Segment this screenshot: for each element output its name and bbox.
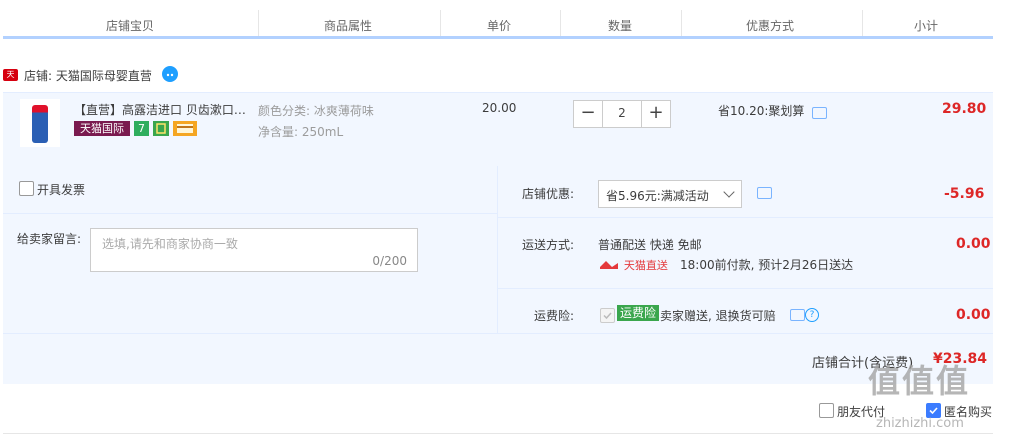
divider bbox=[681, 10, 682, 36]
col-discount: 优惠方式 bbox=[746, 19, 795, 33]
unit-price: 20.00 bbox=[482, 101, 517, 115]
item-subtotal: 29.80 bbox=[942, 101, 987, 117]
watermark-logo: 值值值 bbox=[868, 362, 971, 400]
product-thumbnail[interactable] bbox=[20, 99, 60, 147]
item-discount: 省10.20:聚划算 bbox=[718, 104, 805, 118]
col-quantity: 数量 bbox=[608, 19, 633, 33]
divider bbox=[3, 333, 993, 334]
shipping-label: 运送方式: bbox=[522, 238, 575, 252]
shipping-amount: 0.00 bbox=[956, 236, 991, 252]
insurance-label: 运费险: bbox=[534, 309, 575, 323]
tmall-direct-badge: 天猫直送 bbox=[598, 257, 668, 272]
delivery-estimate: 18:00前付款, 预计2月26日送达 bbox=[680, 258, 854, 272]
tmall-direct-label: 天猫直送 bbox=[623, 259, 668, 272]
guarantee-icon bbox=[153, 121, 169, 136]
col-shop-item: 店铺宝贝 bbox=[106, 19, 155, 33]
divider bbox=[560, 10, 561, 36]
divider bbox=[497, 166, 498, 333]
message-placeholder: 选填,请先和商家协商一致 bbox=[102, 237, 238, 251]
insurance-amount: 0.00 bbox=[956, 307, 991, 323]
decrease-quantity-button[interactable]: − bbox=[574, 101, 602, 127]
insurance-badge: 运费险 bbox=[617, 305, 660, 321]
product-title[interactable]: 【直营】高露洁进口 贝齿漱口… bbox=[74, 101, 246, 118]
chevron-down-icon bbox=[723, 186, 735, 198]
divider bbox=[440, 10, 441, 36]
credit-card-icon bbox=[173, 121, 197, 136]
char-counter: 0/200 bbox=[372, 254, 407, 268]
shipping-method: 普通配送 快递 免邮 bbox=[598, 238, 702, 252]
comment-icon[interactable] bbox=[757, 187, 772, 199]
seller-message-field[interactable]: 选填,请先和商家协商一致 0/200 bbox=[90, 228, 418, 272]
invoice-checkbox[interactable] bbox=[19, 181, 34, 196]
shop-name[interactable]: 店铺: 天猫国际母婴直营 bbox=[24, 67, 152, 84]
shop-discount-label: 店铺优惠: bbox=[522, 187, 575, 201]
divider bbox=[862, 10, 863, 36]
chat-seller-icon[interactable] bbox=[162, 66, 178, 82]
divider bbox=[3, 433, 993, 434]
tmall-global-badge: 天猫国际 bbox=[74, 121, 130, 136]
divider bbox=[3, 213, 497, 214]
quantity-stepper: − 2 + bbox=[573, 100, 671, 128]
shop-discount-amount: -5.96 bbox=[944, 186, 985, 202]
insurance-note: 卖家赠送, 退换货可赔 bbox=[660, 309, 776, 323]
attr-color: 颜色分类: 冰爽薄荷味 bbox=[258, 104, 374, 118]
header-underline bbox=[3, 36, 993, 39]
friend-pay-checkbox[interactable] bbox=[819, 403, 834, 418]
watermark-url: zhizhizhi.com bbox=[876, 416, 964, 431]
shop-discount-selected: 省5.96元:满减活动 bbox=[606, 189, 709, 203]
tmall-logo-icon: 天猫 bbox=[3, 69, 18, 91]
help-icon[interactable]: ? bbox=[805, 308, 819, 322]
shop-discount-select[interactable]: 省5.96元:满减活动 bbox=[598, 180, 742, 208]
seven-day-return-icon: 7 bbox=[134, 121, 149, 136]
insurance-checkbox bbox=[600, 308, 615, 323]
comment-icon[interactable] bbox=[812, 107, 827, 119]
invoice-label: 开具发票 bbox=[37, 183, 86, 197]
divider bbox=[258, 10, 259, 36]
col-subtotal: 小计 bbox=[914, 19, 939, 33]
increase-quantity-button[interactable]: + bbox=[642, 101, 670, 127]
col-unit-price: 单价 bbox=[487, 19, 512, 33]
comment-icon[interactable] bbox=[790, 309, 805, 321]
col-attributes: 商品属性 bbox=[324, 19, 373, 33]
quantity-input[interactable]: 2 bbox=[602, 101, 642, 127]
message-label: 给卖家留言: bbox=[17, 232, 82, 246]
attr-volume: 净含量: 250mL bbox=[258, 125, 344, 139]
divider bbox=[498, 217, 993, 218]
divider bbox=[498, 288, 993, 289]
order-table-header: 店铺宝贝 商品属性 单价 数量 优惠方式 小计 bbox=[0, 0, 1011, 38]
